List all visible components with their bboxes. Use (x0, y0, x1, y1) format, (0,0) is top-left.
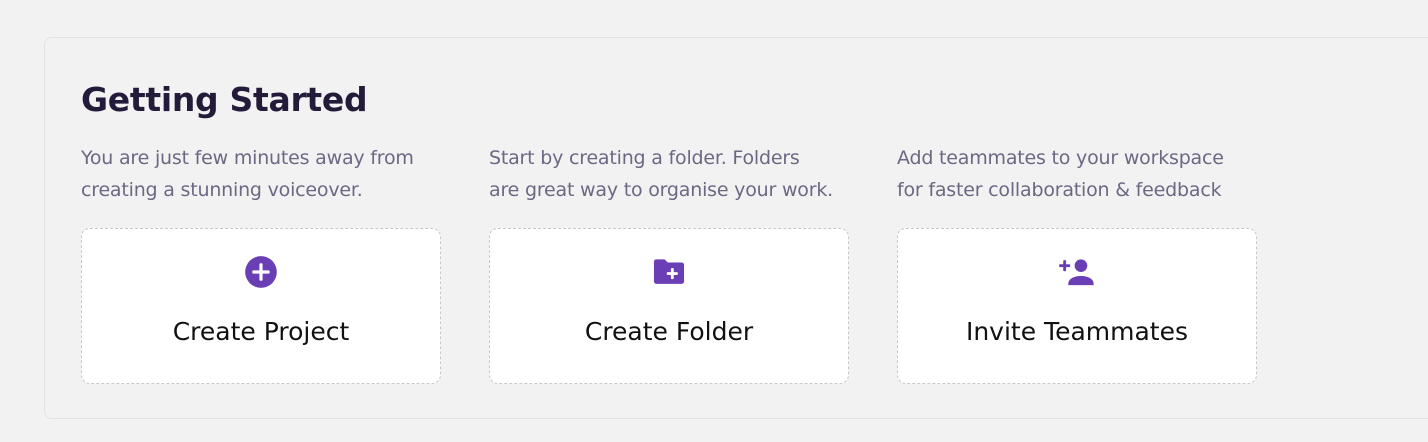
create-project-label: Create Project (172, 317, 350, 346)
create-project-description: You are just few minutes away from creat… (81, 147, 414, 201)
create-folder-card[interactable]: Create Folder (489, 228, 849, 384)
person-add-icon (1058, 253, 1096, 291)
section-title: Getting Started (81, 80, 368, 119)
create-project-column: You are just few minutes away from creat… (81, 142, 441, 384)
invite-teammates-description: Add teammates to your workspace for fast… (897, 147, 1224, 201)
invite-teammates-label: Invite Teammates (965, 317, 1189, 346)
create-project-card[interactable]: Create Project (81, 228, 441, 384)
invite-teammates-card[interactable]: Invite Teammates (897, 228, 1257, 384)
folder-plus-icon (650, 253, 688, 291)
create-folder-label: Create Folder (584, 317, 754, 346)
create-folder-description: Start by creating a folder. Folders are … (489, 147, 833, 201)
plus-circle-icon (242, 253, 280, 291)
create-folder-column: Start by creating a folder. Folders are … (489, 142, 849, 384)
getting-started-panel: Getting Started You are just few minutes… (44, 37, 1428, 419)
invite-teammates-column: Add teammates to your workspace for fast… (897, 142, 1257, 384)
